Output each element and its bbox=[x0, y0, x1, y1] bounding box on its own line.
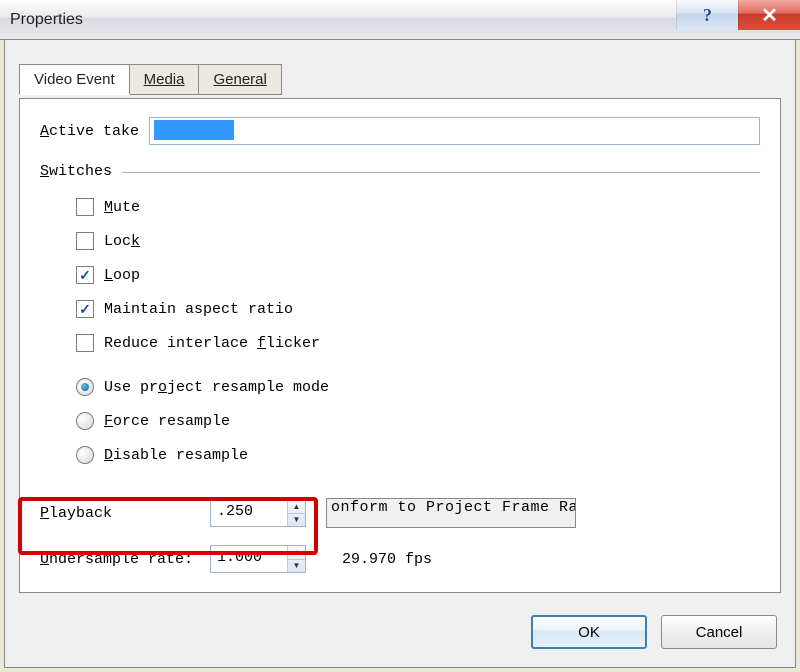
tab-general[interactable]: General bbox=[198, 64, 281, 95]
spinner-down[interactable]: ▼ bbox=[288, 514, 305, 527]
playback-value[interactable]: .250 bbox=[211, 500, 287, 526]
conform-button[interactable]: onform to Project Frame Rat bbox=[326, 498, 576, 528]
tab-page-video-event: Active take Switches Mute Lock Loop bbox=[19, 98, 781, 593]
playback-spinner[interactable]: .250 ▲ ▼ bbox=[210, 499, 306, 527]
lock-label: Lock bbox=[104, 233, 140, 250]
loop-label: Loop bbox=[104, 267, 140, 284]
active-take-label: Active take bbox=[40, 123, 139, 140]
undersample-value[interactable]: 1.000 bbox=[211, 546, 287, 572]
cancel-button[interactable]: Cancel bbox=[661, 615, 777, 649]
spinner-up[interactable]: ▲ bbox=[288, 500, 305, 514]
force-resample-radio[interactable] bbox=[76, 412, 94, 430]
tab-media[interactable]: Media bbox=[129, 64, 200, 95]
loop-checkbox[interactable] bbox=[76, 266, 94, 284]
mute-label: Mute bbox=[104, 199, 140, 216]
spinner-down[interactable]: ▼ bbox=[288, 560, 305, 573]
disable-resample-label: Disable resample bbox=[104, 447, 248, 464]
button-bar: OK Cancel bbox=[531, 615, 777, 649]
fps-readout: 29.970 fps bbox=[342, 551, 432, 568]
force-resample-label: Force resample bbox=[104, 413, 230, 430]
use-project-resample-radio[interactable] bbox=[76, 378, 94, 396]
tab-label: General bbox=[213, 71, 266, 88]
tab-label: Video Event bbox=[34, 71, 115, 88]
maintain-aspect-checkbox[interactable] bbox=[76, 300, 94, 318]
ok-button[interactable]: OK bbox=[531, 615, 647, 649]
help-button[interactable]: ? bbox=[676, 0, 738, 30]
playback-label: Playback bbox=[40, 505, 200, 522]
divider bbox=[122, 172, 760, 173]
tab-label: Media bbox=[144, 71, 185, 88]
active-take-selection bbox=[154, 120, 234, 140]
switches-label: Switches bbox=[40, 163, 112, 180]
tab-strip: Video Event Media General bbox=[19, 64, 281, 95]
disable-resample-radio[interactable] bbox=[76, 446, 94, 464]
dialog-client: Video Event Media General Active take Sw… bbox=[4, 40, 796, 668]
window-title: Properties bbox=[10, 11, 83, 29]
reduce-flicker-label: Reduce interlace flicker bbox=[104, 335, 320, 352]
spinner-up[interactable]: ▲ bbox=[288, 546, 305, 560]
use-project-resample-label: Use project resample mode bbox=[104, 379, 329, 396]
reduce-flicker-checkbox[interactable] bbox=[76, 334, 94, 352]
active-take-input[interactable] bbox=[149, 117, 760, 145]
maintain-aspect-label: Maintain aspect ratio bbox=[104, 301, 293, 318]
tab-video-event[interactable]: Video Event bbox=[19, 64, 130, 95]
close-button[interactable]: ✕ bbox=[738, 0, 800, 30]
lock-checkbox[interactable] bbox=[76, 232, 94, 250]
mute-checkbox[interactable] bbox=[76, 198, 94, 216]
title-bar: Properties ? ✕ bbox=[0, 0, 800, 40]
undersample-label: Undersample rate: bbox=[40, 551, 200, 568]
undersample-spinner[interactable]: 1.000 ▲ ▼ bbox=[210, 545, 306, 573]
